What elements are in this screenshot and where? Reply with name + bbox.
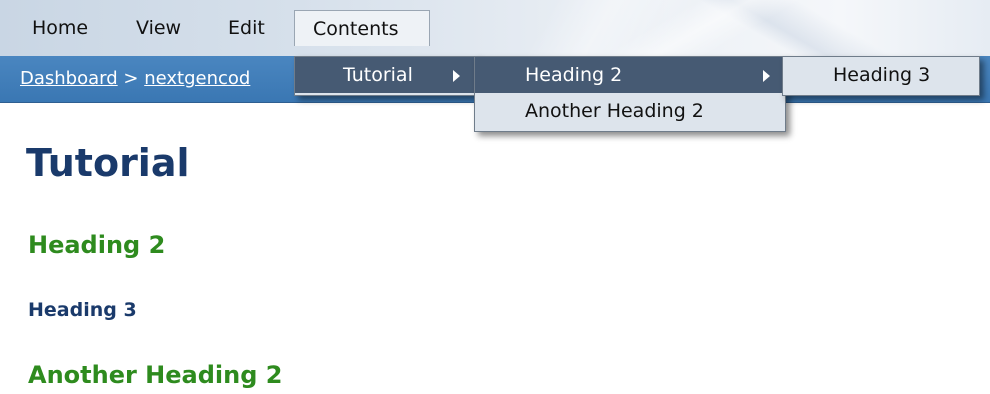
menu-item-label: Another Heading 2: [525, 100, 704, 122]
menu-item-label: Heading 2: [525, 64, 623, 86]
menu-contents[interactable]: Contents: [294, 10, 430, 46]
page-title: Tutorial: [26, 141, 190, 185]
menu-bar: Home View Edit Contents: [0, 0, 990, 57]
breadcrumb: Dashboard > nextgencod: [20, 56, 288, 102]
menu-item-another-heading-2[interactable]: Another Heading 2: [475, 93, 785, 129]
breadcrumb-link-current[interactable]: nextgencod: [144, 68, 250, 89]
menu-item-label: Tutorial: [343, 64, 413, 86]
menu-item-label: Heading 3: [833, 64, 931, 86]
submenu-arrow-icon: [763, 70, 770, 82]
menu-item-heading-2[interactable]: Heading 2: [475, 57, 785, 93]
heading2-submenu: Heading 3: [782, 56, 980, 96]
submenu-arrow-icon: [453, 70, 460, 82]
menu-home[interactable]: Home: [18, 10, 102, 46]
menu-item-tutorial[interactable]: Tutorial: [295, 57, 477, 93]
heading-2: Heading 2: [28, 231, 166, 259]
menu-edit[interactable]: Edit: [214, 10, 279, 46]
another-heading-2: Another Heading 2: [28, 361, 283, 389]
tutorial-submenu: Heading 2 Another Heading 2: [474, 56, 786, 132]
breadcrumb-separator: >: [123, 68, 139, 89]
breadcrumb-link-dashboard[interactable]: Dashboard: [20, 68, 118, 89]
menu-view[interactable]: View: [122, 10, 195, 46]
menu-item-heading-3[interactable]: Heading 3: [783, 57, 979, 93]
contents-dropdown: Tutorial: [294, 56, 478, 96]
heading-3: Heading 3: [28, 299, 137, 321]
